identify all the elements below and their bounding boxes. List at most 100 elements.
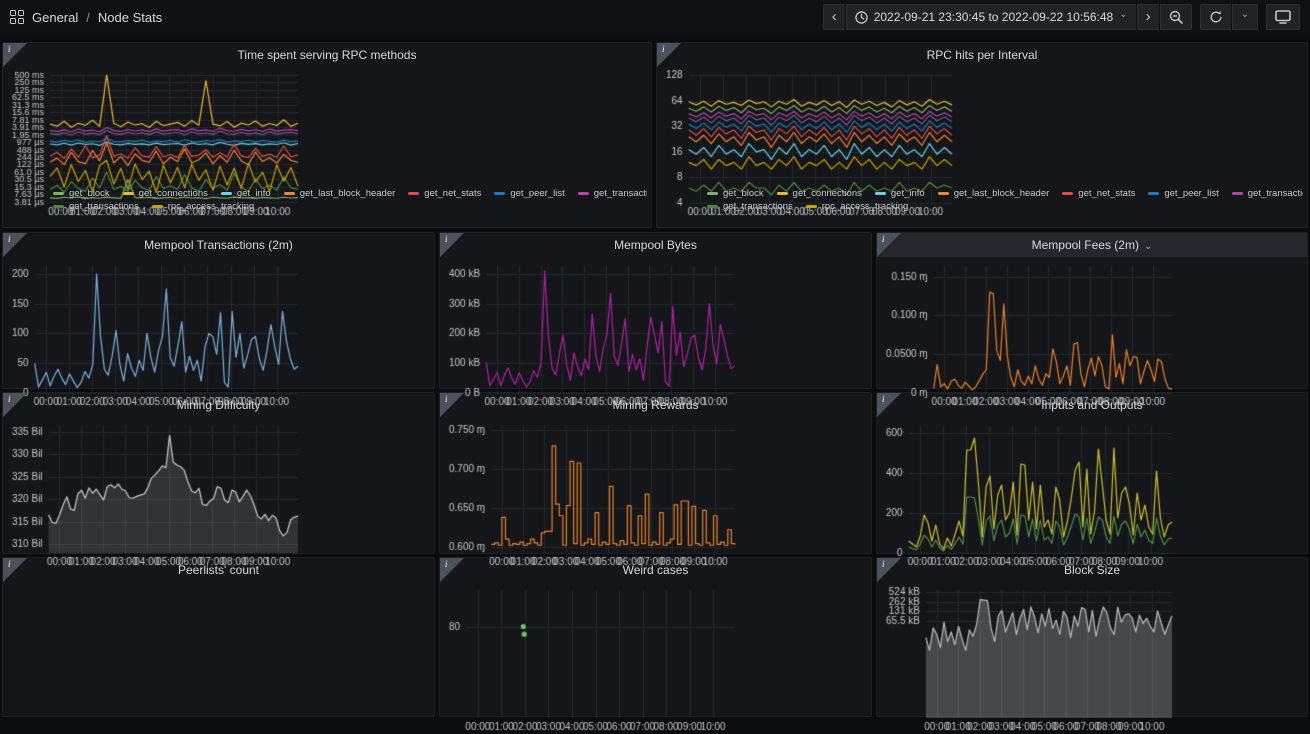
legend-series-color [777, 192, 788, 195]
chart-canvas[interactable] [443, 584, 743, 734]
toolbar: ‹ 2022-09-21 23:30:45 to 2022-09-22 10:5… [823, 4, 1300, 30]
panel-title[interactable]: Peerlists' count [3, 558, 434, 582]
chevron-down-icon: ⌄ [1119, 10, 1127, 20]
panel-weird-cases: i Weird cases [439, 557, 872, 717]
breadcrumb-separator: / [86, 10, 90, 25]
panel-title[interactable]: Mempool Bytes [440, 233, 871, 257]
clock-icon [855, 11, 868, 24]
time-back-button[interactable]: ‹ [823, 4, 845, 30]
chart-canvas[interactable] [6, 259, 306, 409]
panel-title[interactable]: Weird cases [440, 558, 871, 582]
legend-series-color [1232, 192, 1243, 195]
legend-series-color [707, 192, 718, 195]
chevron-down-icon: ⌄ [1144, 241, 1152, 252]
chart-canvas[interactable] [6, 584, 306, 734]
panel-info-icon[interactable]: i [877, 233, 901, 257]
panel-title[interactable]: Block Size [877, 558, 1307, 582]
chevron-down-icon: ⌄ [1241, 10, 1249, 20]
zoom-out-button[interactable] [1160, 4, 1192, 30]
breadcrumb-page[interactable]: Node Stats [98, 10, 162, 25]
panel-peerlists-count: i Peerlists' count [2, 557, 435, 717]
legend-item[interactable]: get_block [707, 188, 764, 199]
legend-series-color [53, 205, 64, 208]
legend-item[interactable]: get_transactions [707, 201, 793, 212]
legend-series-color [123, 192, 134, 195]
panel-time-spent-serving-rpc-methods: i Time spent serving RPC methods get_blo… [2, 42, 652, 228]
legend-item[interactable]: get_info [875, 188, 925, 199]
refresh-button[interactable] [1200, 4, 1231, 30]
legend-series-color [284, 192, 295, 195]
chart-canvas[interactable] [880, 419, 1180, 569]
panel-title[interactable]: Mempool Fees (2m)⌄ [877, 233, 1307, 257]
legend-item[interactable]: get_block [53, 188, 110, 199]
refresh-interval-dropdown[interactable]: ⌄ [1232, 4, 1258, 30]
time-range-label: 2022-09-21 23:30:45 to 2022-09-22 10:56:… [874, 10, 1114, 24]
breadcrumb-section[interactable]: General [32, 10, 78, 25]
panel-title[interactable]: Mining Difficulty [3, 393, 434, 417]
chart-canvas[interactable] [880, 259, 1180, 409]
refresh-icon [1209, 10, 1223, 24]
monitor-icon [1275, 10, 1291, 24]
legend-item[interactable]: get_transaction_pool [1232, 188, 1303, 199]
panel-rpc-hits-per-interval: i RPC hits per Interval get_block get_con… [656, 42, 1308, 228]
panel-info-icon[interactable]: i [440, 393, 464, 417]
legend-item[interactable]: get_last_block_header [938, 188, 1050, 199]
kiosk-tv-button[interactable] [1266, 4, 1300, 30]
top-bar: General / Node Stats ‹ 2022-09-21 23:30:… [0, 0, 1310, 34]
legend-item[interactable]: get_connections [123, 188, 208, 199]
legend-series-color [707, 205, 718, 208]
time-range-picker[interactable]: 2022-09-21 23:30:45 to 2022-09-22 10:56:… [846, 4, 1136, 30]
legend-item[interactable]: get_peer_list [1148, 188, 1218, 199]
panel-info-icon[interactable]: i [3, 233, 27, 257]
legend-item[interactable]: rpc_access_tracking [152, 201, 255, 212]
panel-title[interactable]: Time spent serving RPC methods [3, 43, 651, 67]
panel-mempool-transactions: i Mempool Transactions (2m) [2, 232, 435, 389]
panel-info-icon[interactable]: i [877, 393, 901, 417]
panel-block-size: i Block Size [876, 557, 1308, 717]
panel-info-icon[interactable]: i [3, 558, 27, 582]
chart-legend: get_block get_connections get_info get_last… [53, 188, 647, 224]
legend-series-color [938, 192, 949, 195]
panel-title[interactable]: Inputs and Outputs [877, 393, 1307, 417]
legend-series-color [53, 192, 64, 195]
legend-item[interactable]: rpc_access_tracking [806, 201, 909, 212]
chart-canvas[interactable] [443, 419, 743, 569]
panel-mining-rewards: i Mining Rewards [439, 392, 872, 554]
panel-info-icon[interactable]: i [3, 43, 27, 67]
panel-title[interactable]: Mining Rewards [440, 393, 871, 417]
panel-inputs-and-outputs: i Inputs and Outputs [876, 392, 1308, 554]
chart-canvas[interactable] [443, 259, 743, 409]
legend-item[interactable]: get_last_block_header [284, 188, 396, 199]
apps-grid-icon [10, 10, 24, 24]
legend-series-color [494, 192, 505, 195]
legend-item[interactable]: get_transactions [53, 201, 139, 212]
legend-item[interactable]: get_info [221, 188, 271, 199]
legend-series-color [806, 205, 817, 208]
panel-info-icon[interactable]: i [440, 233, 464, 257]
legend-series-color [875, 192, 886, 195]
legend-item[interactable]: get_peer_list [494, 188, 564, 199]
panel-info-icon[interactable]: i [440, 558, 464, 582]
panel-info-icon[interactable]: i [3, 393, 27, 417]
legend-series-color [408, 192, 419, 195]
legend-item[interactable]: get_connections [777, 188, 862, 199]
legend-series-color [221, 192, 232, 195]
time-forward-button[interactable]: › [1137, 4, 1159, 30]
legend-series-color [578, 192, 589, 195]
breadcrumb: General / Node Stats [10, 10, 162, 25]
panel-title[interactable]: RPC hits per Interval [657, 43, 1307, 67]
panel-mempool-fees: i Mempool Fees (2m)⌄ [876, 232, 1308, 389]
legend-series-color [1062, 192, 1073, 195]
panel-mining-difficulty: i Mining Difficulty [2, 392, 435, 554]
panel-info-icon[interactable]: i [877, 558, 901, 582]
legend-series-color [1148, 192, 1159, 195]
legend-item[interactable]: get_transaction_pool [578, 188, 647, 199]
chart-legend: get_block get_connections get_info get_last… [707, 188, 1303, 224]
legend-item[interactable]: get_net_stats [408, 188, 481, 199]
panel-title[interactable]: Mempool Transactions (2m) [3, 233, 434, 257]
legend-item[interactable]: get_net_stats [1062, 188, 1135, 199]
chart-canvas[interactable] [6, 419, 306, 569]
chart-canvas[interactable] [880, 584, 1180, 734]
legend-series-color [152, 205, 163, 208]
panel-info-icon[interactable]: i [657, 43, 681, 67]
